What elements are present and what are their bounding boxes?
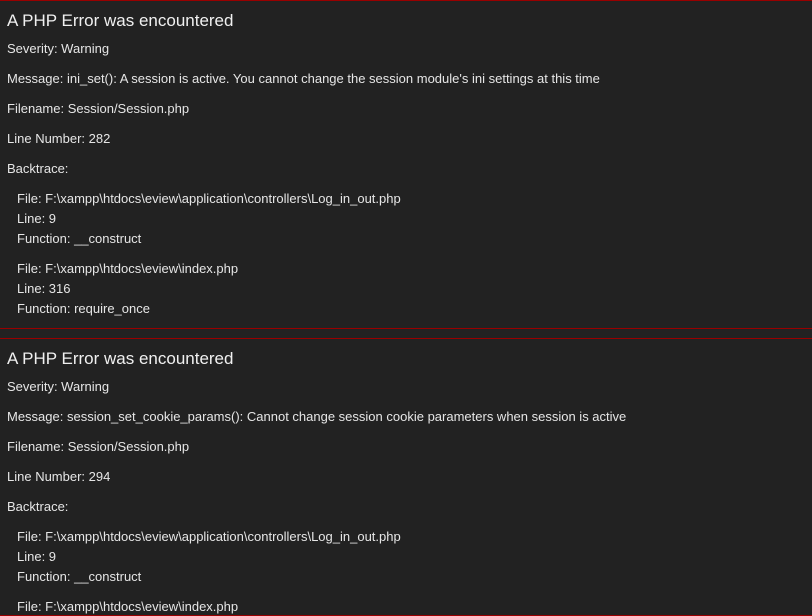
backtrace-entry: File: F:\xampp\htdocs\eview\index.php Li… xyxy=(17,261,812,317)
trace-function: Function: __construct xyxy=(17,569,142,584)
backtrace-label: Backtrace: xyxy=(7,499,69,514)
trace-file: File: F:\xampp\htdocs\eview\application\… xyxy=(17,529,401,544)
error-block: A PHP Error was encountered Severity: Wa… xyxy=(0,0,812,329)
severity-text: Severity: Warning xyxy=(7,41,110,56)
backtrace-entry: File: F:\xampp\htdocs\eview\index.php xyxy=(17,599,812,615)
line-number-text: Line Number: 282 xyxy=(7,131,111,146)
error-title: A PHP Error was encountered xyxy=(7,11,234,30)
filename-text: Filename: Session/Session.php xyxy=(7,101,190,116)
backtrace-entry: File: F:\xampp\htdocs\eview\application\… xyxy=(17,529,812,585)
trace-function: Function: require_once xyxy=(17,301,150,316)
line-number-text: Line Number: 294 xyxy=(7,469,111,484)
error-block: A PHP Error was encountered Severity: Wa… xyxy=(0,338,812,616)
message-text: Message: ini_set(): A session is active.… xyxy=(7,71,600,86)
trace-file: File: F:\xampp\htdocs\eview\index.php xyxy=(17,261,239,276)
trace-file: File: F:\xampp\htdocs\eview\application\… xyxy=(17,191,401,206)
filename-text: Filename: Session/Session.php xyxy=(7,439,190,454)
backtrace-label: Backtrace: xyxy=(7,161,69,176)
backtrace-entry: File: F:\xampp\htdocs\eview\application\… xyxy=(17,191,812,247)
trace-function: Function: __construct xyxy=(17,231,142,246)
trace-line: Line: 316 xyxy=(17,281,71,296)
error-title: A PHP Error was encountered xyxy=(7,349,234,368)
message-text: Message: session_set_cookie_params(): Ca… xyxy=(7,409,627,424)
trace-line: Line: 9 xyxy=(17,549,57,564)
severity-text: Severity: Warning xyxy=(7,379,110,394)
trace-line: Line: 9 xyxy=(17,211,57,226)
trace-file: File: F:\xampp\htdocs\eview\index.php xyxy=(17,599,239,614)
